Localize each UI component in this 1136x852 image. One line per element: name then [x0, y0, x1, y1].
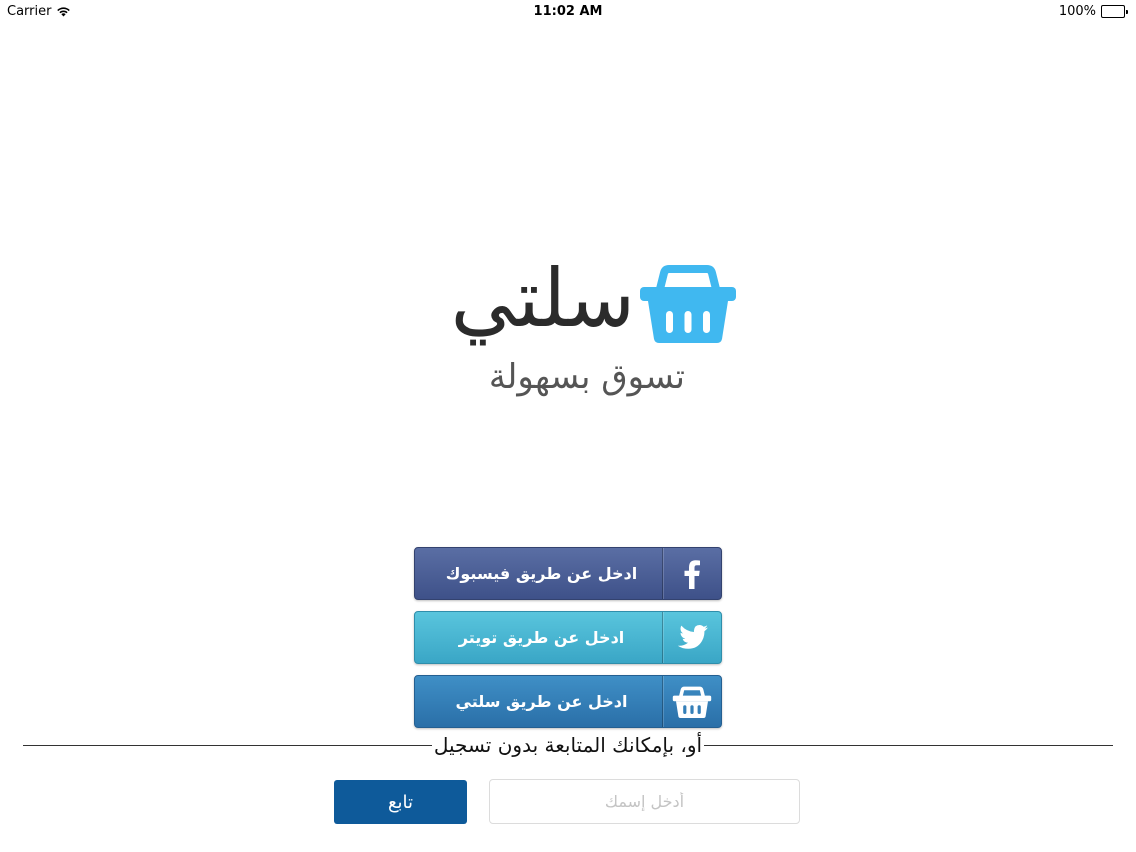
app-wordmark: سلتي — [450, 252, 635, 345]
status-right: 100% — [1059, 4, 1128, 19]
basket-icon — [662, 676, 721, 727]
app-logo: سلتي تسوق بسهولة — [400, 252, 745, 405]
facebook-login-button[interactable]: ادخل عن طريق فيسبوك — [414, 547, 722, 600]
continue-button[interactable]: تابع — [334, 780, 467, 824]
facebook-icon — [662, 548, 721, 599]
battery-percent: 100% — [1058, 4, 1096, 19]
name-input[interactable] — [489, 779, 800, 824]
status-bar: Carrier 11:02 AM 100% — [0, 0, 1136, 24]
app-tagline: تسوق بسهولة — [488, 357, 685, 397]
battery-icon — [1101, 5, 1128, 18]
twitter-login-button[interactable]: ادخل عن طريق تويتر — [414, 611, 722, 664]
basket-icon — [638, 263, 738, 347]
salati-login-label: ادخل عن طريق سلتي — [455, 692, 628, 711]
twitter-bird-icon — [662, 612, 721, 663]
facebook-login-label: ادخل عن طريق فيسبوك — [445, 564, 638, 583]
twitter-login-label: ادخل عن طريق تويتر — [458, 628, 625, 647]
status-time: 11:02 AM — [533, 4, 603, 19]
guest-option-text: أو، بإمكانك المتابعة بدون تسجيل — [431, 732, 705, 758]
divider-caption: أو، بإمكانك المتابعة بدون تسجيل — [0, 732, 1136, 758]
salati-login-button[interactable]: ادخل عن طريق سلتي — [414, 675, 722, 728]
